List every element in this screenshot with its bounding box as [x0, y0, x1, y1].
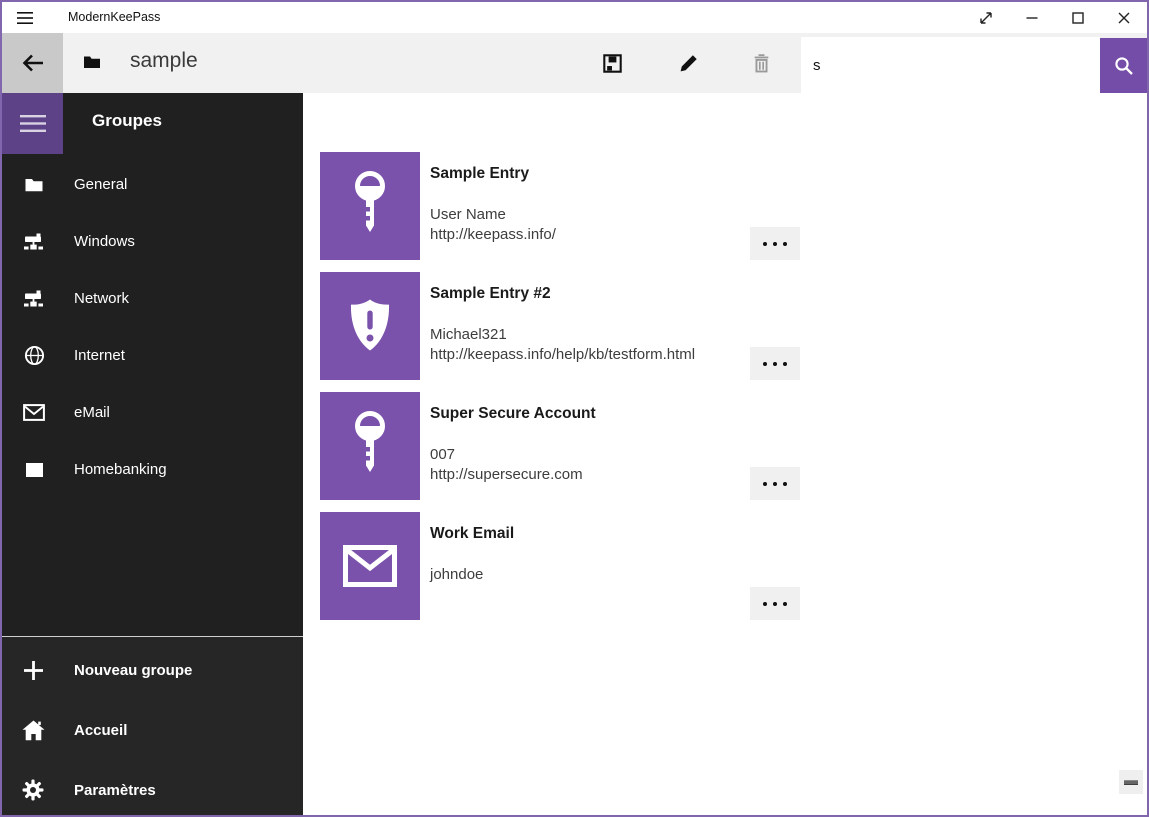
entry-tile: [320, 392, 420, 500]
sidebar-item-homebanking[interactable]: Homebanking: [2, 441, 303, 498]
entry-details: User Name http://keepass.info/: [430, 205, 556, 245]
entry-row-sample-entry[interactable]: Sample Entry User Name http://keepass.in…: [303, 152, 1149, 260]
entry-username: Michael321: [430, 325, 695, 345]
sidebar-item-email[interactable]: eMail: [2, 384, 303, 441]
sidebar-item-home[interactable]: Accueil: [2, 700, 303, 760]
ellipsis-icon: [763, 602, 767, 606]
entry-details: johndoe: [430, 565, 483, 585]
sidebar-item-label: Accueil: [74, 722, 127, 739]
entry-details: 007 http://supersecure.com: [430, 445, 583, 485]
save-button[interactable]: [588, 33, 636, 93]
sidebar-item-label: Nouveau groupe: [74, 662, 192, 679]
sidebar-item-label: General: [74, 176, 127, 193]
entry-url: http://supersecure.com: [430, 465, 583, 485]
globe-icon: [23, 345, 45, 366]
minimize-button[interactable]: [1009, 2, 1055, 33]
key-icon: [347, 169, 393, 243]
maximize-icon: [1072, 12, 1084, 24]
search-icon: [1113, 55, 1135, 77]
save-icon: [602, 53, 623, 74]
window-title: ModernKeePass: [68, 2, 160, 33]
entry-title: Super Secure Account: [430, 405, 596, 423]
ellipsis-icon: [763, 242, 767, 246]
network-icon: [23, 290, 45, 307]
mail-icon: [343, 545, 397, 587]
delete-button[interactable]: [737, 33, 785, 93]
sidebar-item-label: Internet: [74, 347, 125, 364]
fullscreen-button[interactable]: [963, 2, 1009, 33]
entry-username: 007: [430, 445, 583, 465]
more-options-button[interactable]: [750, 467, 800, 500]
pencil-icon: [678, 53, 699, 74]
entry-title: Sample Entry #2: [430, 285, 551, 303]
ellipsis-icon: [763, 482, 767, 486]
trash-icon: [751, 53, 772, 74]
database-folder-icon: [82, 53, 102, 70]
sidebar: Groupes General Windows Network Internet: [2, 93, 303, 817]
sidebar-item-network[interactable]: Network: [2, 270, 303, 327]
sidebar-item-internet[interactable]: Internet: [2, 327, 303, 384]
back-button[interactable]: [2, 33, 63, 93]
edit-button[interactable]: [664, 33, 712, 93]
titlebar-hamburger-button[interactable]: [2, 2, 48, 33]
mail-icon: [23, 404, 45, 421]
entry-list: Sample Entry User Name http://keepass.in…: [303, 93, 1149, 817]
entry-details: Michael321 http://keepass.info/help/kb/t…: [430, 325, 695, 365]
titlebar: ModernKeePass: [2, 2, 1147, 33]
more-options-button[interactable]: [750, 347, 800, 380]
zoom-out-button[interactable]: [1119, 770, 1143, 794]
entry-username: User Name: [430, 205, 556, 225]
sidebar-item-general[interactable]: General: [2, 156, 303, 213]
sidebar-item-label: Windows: [74, 233, 135, 250]
sidebar-item-label: eMail: [74, 404, 110, 421]
entry-url: http://keepass.info/help/kb/testform.htm…: [430, 345, 695, 365]
close-icon: [1118, 12, 1130, 24]
back-arrow-icon: [20, 52, 46, 74]
square-icon: [23, 463, 45, 477]
more-options-button[interactable]: [750, 227, 800, 260]
key-icon: [347, 409, 393, 483]
plus-icon: [21, 659, 45, 682]
entry-row-work-email[interactable]: Work Email johndoe: [303, 512, 1149, 620]
more-options-button[interactable]: [750, 587, 800, 620]
fullscreen-icon: [978, 10, 994, 26]
sidebar-item-label: Paramètres: [74, 782, 156, 799]
entry-url: http://keepass.info/: [430, 225, 556, 245]
hamburger-icon: [16, 11, 34, 25]
search-button[interactable]: [1100, 38, 1148, 93]
hamburger-icon: [18, 113, 48, 134]
entry-tile: [320, 152, 420, 260]
sidebar-item-new-group[interactable]: Nouveau groupe: [2, 640, 303, 700]
minus-icon: [1124, 780, 1138, 785]
gear-icon: [21, 779, 45, 801]
sidebar-footer: Nouveau groupe Accueil Paramètres: [2, 637, 303, 817]
entry-title: Sample Entry: [430, 165, 529, 183]
maximize-button[interactable]: [1055, 2, 1101, 33]
pane-hamburger-button[interactable]: [2, 93, 63, 154]
sidebar-item-label: Homebanking: [74, 461, 167, 478]
ellipsis-icon: [763, 362, 767, 366]
network-icon: [23, 233, 45, 250]
home-icon: [21, 720, 45, 741]
entry-title: Work Email: [430, 525, 514, 543]
sidebar-item-label: Network: [74, 290, 129, 307]
database-title: sample: [130, 49, 198, 73]
entry-username: johndoe: [430, 565, 483, 585]
app-window: ModernKeePass: [0, 0, 1149, 817]
minimize-icon: [1026, 12, 1038, 24]
app-bar: sample: [2, 33, 1147, 93]
entry-row-super-secure-account[interactable]: Super Secure Account 007 http://supersec…: [303, 392, 1149, 500]
groups-header: Groupes: [92, 111, 162, 131]
sidebar-item-windows[interactable]: Windows: [2, 213, 303, 270]
search-input[interactable]: [801, 37, 1100, 93]
entry-tile: [320, 512, 420, 620]
folder-icon: [23, 176, 45, 193]
window-controls: [963, 2, 1147, 33]
sidebar-item-settings[interactable]: Paramètres: [2, 760, 303, 817]
entry-tile: [320, 272, 420, 380]
entry-row-sample-entry-2[interactable]: Sample Entry #2 Michael321 http://keepas…: [303, 272, 1149, 380]
shield-alert-icon: [345, 297, 395, 355]
close-button[interactable]: [1101, 2, 1147, 33]
